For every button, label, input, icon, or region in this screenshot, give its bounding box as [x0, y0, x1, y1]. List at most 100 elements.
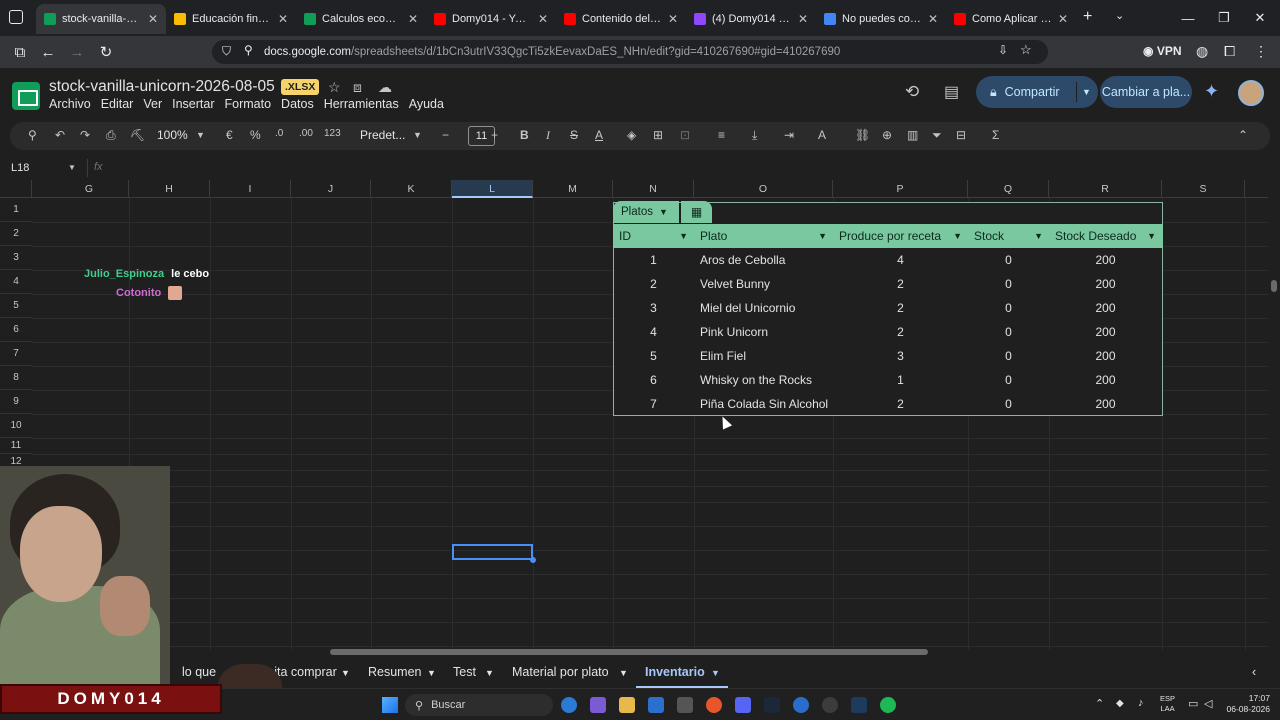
font-select[interactable]: Predet... — [360, 128, 405, 142]
extensions-icon[interactable]: ⧠ — [1224, 43, 1235, 60]
row-header[interactable]: 1 — [0, 198, 32, 222]
column-header[interactable]: N — [613, 180, 694, 198]
browser-tab[interactable]: stock-vanilla-unicorn ✕ — [36, 4, 166, 34]
app2-icon[interactable] — [851, 697, 867, 713]
name-box-chevron-icon[interactable]: ▼ — [68, 163, 76, 172]
star-icon[interactable]: ☆ — [328, 79, 341, 96]
table-column-header[interactable]: Stock Deseado ▼ — [1049, 224, 1162, 248]
fill-handle[interactable] — [530, 557, 536, 563]
column-header[interactable]: R — [1049, 180, 1162, 198]
font-size-minus-icon[interactable]: − — [442, 128, 449, 142]
comments-icon[interactable]: ▤ — [944, 82, 959, 102]
reload-icon[interactable]: ↻ — [91, 38, 121, 66]
menu-item[interactable]: Formato — [225, 97, 272, 111]
browser-tab[interactable]: No puedes convertir ✕ — [816, 4, 946, 34]
browser-tab[interactable]: Calculos economia - ✕ — [296, 4, 426, 34]
volume-icon[interactable]: ◁ — [1204, 697, 1212, 710]
hide-menus-icon[interactable]: ⌃ — [1238, 128, 1248, 142]
sheet-tab-resumen[interactable]: Resumen — [368, 665, 422, 679]
tab-close-icon[interactable]: ✕ — [148, 12, 158, 26]
menu-item[interactable]: Editar — [101, 97, 134, 111]
table-cell[interactable]: 0 — [968, 248, 1049, 272]
paint-format-icon[interactable]: ⛏ — [130, 128, 145, 142]
url-field[interactable]: ⛉ ⚲ docs.google.com/spreadsheets/d/1bCn3… — [212, 40, 1048, 64]
browser-tab[interactable]: Educación financiera ✕ — [166, 4, 296, 34]
insert-comment-icon[interactable]: ⊕ — [882, 128, 892, 142]
table-cell[interactable]: 200 — [1049, 392, 1162, 416]
tab-close-icon[interactable]: ✕ — [1058, 12, 1068, 26]
column-header[interactable]: O — [694, 180, 833, 198]
menu-item[interactable]: Archivo — [49, 97, 91, 111]
menu-item[interactable]: Datos — [281, 97, 314, 111]
tab-close-icon[interactable]: ✕ — [928, 12, 938, 26]
sheet-tab-chevron-icon[interactable]: ▼ — [619, 668, 628, 678]
spotify-icon[interactable] — [880, 697, 896, 713]
number-format-button[interactable]: 123 — [324, 128, 341, 139]
system-clock[interactable]: 17:07 06-08-2026 — [1226, 693, 1270, 715]
tab-close-icon[interactable]: ✕ — [408, 12, 418, 26]
row-header[interactable]: 5 — [0, 294, 32, 318]
table-cell[interactable]: Miel del Unicornio — [700, 296, 833, 320]
gemini-icon[interactable]: ✦ — [1204, 81, 1219, 102]
table-cell[interactable]: 1 — [613, 248, 694, 272]
zoom-select[interactable]: 100% — [157, 128, 188, 142]
sheet-tab-lo-que[interactable]: lo que — [182, 665, 216, 679]
fill-color-icon[interactable]: ◈ — [627, 128, 636, 142]
minimize-icon[interactable]: — — [1168, 0, 1208, 36]
column-header[interactable]: H — [129, 180, 210, 198]
row-header[interactable]: 7 — [0, 342, 32, 366]
undo-icon[interactable]: ↶ — [55, 128, 65, 142]
site-info-icon[interactable]: ⛉ — [222, 44, 231, 59]
table-cell[interactable]: 0 — [968, 392, 1049, 416]
tab-close-icon[interactable]: ✕ — [278, 12, 288, 26]
table-options-icon[interactable]: ▦ — [681, 201, 712, 223]
tray-chevron-icon[interactable]: ⌃ — [1095, 697, 1104, 710]
print-icon[interactable]: ⎙ — [106, 128, 116, 143]
text-rotate-icon[interactable]: A — [818, 128, 826, 142]
steam-icon[interactable] — [764, 697, 780, 713]
text-wrap-icon[interactable]: ⇥ — [784, 128, 794, 142]
table-cell[interactable]: 4 — [833, 248, 968, 272]
tab-close-icon[interactable]: ✕ — [538, 12, 548, 26]
table-cell[interactable]: 2 — [833, 296, 968, 320]
avatar[interactable] — [1238, 80, 1264, 106]
obs-icon[interactable] — [822, 697, 838, 713]
sheet-tab-chevron-icon[interactable]: ▼ — [427, 668, 436, 678]
strikethrough-icon[interactable]: S — [570, 128, 578, 142]
restore-icon[interactable]: ❐ — [1204, 0, 1244, 36]
table-cell[interactable]: 3 — [833, 344, 968, 368]
formula-input[interactable] — [120, 160, 1260, 178]
sheet-tab-material[interactable]: Material por plato — [512, 665, 609, 679]
borders-icon[interactable]: ⊞ — [653, 128, 663, 142]
increase-decimal-button[interactable]: .00 — [299, 128, 313, 139]
taskbar-search[interactable]: ⚲ Buscar — [405, 694, 553, 716]
customize-icon[interactable]: ⚲ — [244, 43, 253, 57]
table-cell[interactable]: 200 — [1049, 368, 1162, 392]
sheet-tab-inventario[interactable]: Inventario — [645, 665, 705, 679]
table-cell[interactable]: Aros de Cebolla — [700, 248, 833, 272]
close-window-icon[interactable]: ✕ — [1240, 0, 1280, 36]
sheet-tab-chevron-icon[interactable]: ▼ — [711, 668, 720, 678]
edge-icon[interactable] — [561, 697, 577, 713]
table-cell[interactable]: 6 — [613, 368, 694, 392]
vertical-scrollbar[interactable] — [1271, 280, 1277, 292]
menu-item[interactable]: Ayuda — [409, 97, 444, 111]
column-header[interactable]: P — [833, 180, 968, 198]
sheets-logo-icon[interactable] — [12, 82, 40, 110]
column-menu-chevron-icon[interactable]: ▼ — [679, 224, 688, 248]
profile-icon[interactable]: ◍ — [1196, 43, 1208, 60]
discord-icon[interactable] — [735, 697, 751, 713]
row-header[interactable]: 10 — [0, 414, 32, 438]
align-vertical-icon[interactable]: ⤓ — [752, 128, 757, 143]
table-cell[interactable]: Piña Colada Sin Alcohol — [700, 392, 833, 416]
table-cell[interactable]: 1 — [833, 368, 968, 392]
table-cell[interactable]: 0 — [968, 344, 1049, 368]
table-cell[interactable]: 2 — [833, 320, 968, 344]
tab-search-icon[interactable]: ⌄ — [1115, 9, 1124, 22]
row-header[interactable]: 8 — [0, 366, 32, 390]
table-column-header[interactable]: Plato ▼ — [694, 224, 833, 248]
tab-actions-icon[interactable] — [9, 10, 23, 24]
table-cell[interactable]: Pink Unicorn — [700, 320, 833, 344]
menu-item[interactable]: Herramientas — [324, 97, 399, 111]
font-chevron-icon[interactable]: ▼ — [413, 130, 422, 140]
